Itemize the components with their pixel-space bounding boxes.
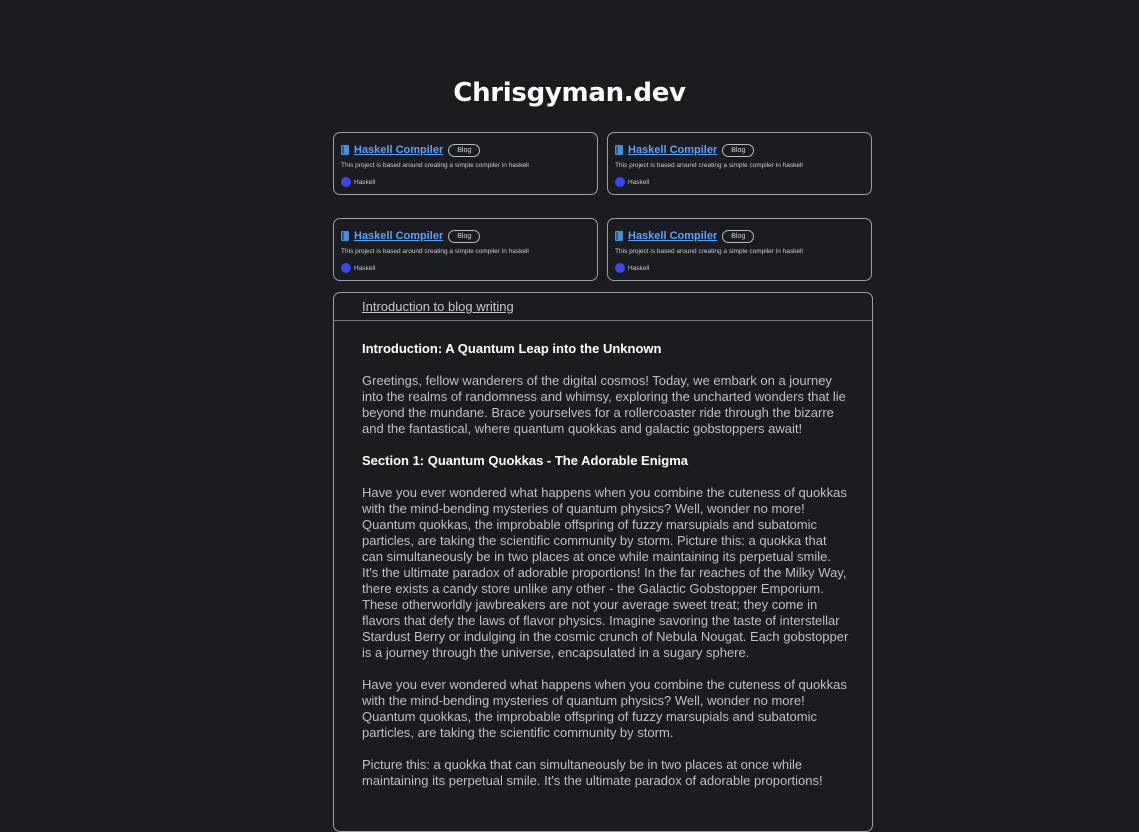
article-body: Introduction: A Quantum Leap into the Un… (334, 321, 872, 789)
card-header: Haskell Compiler Blog (615, 141, 864, 159)
site-title: Chrisgyman.dev (453, 78, 686, 108)
project-description: This project is based around creating a … (615, 248, 803, 255)
project-card: Haskell Compiler Blog This project is ba… (333, 132, 598, 195)
section-heading-intro: Introduction: A Quantum Leap into the Un… (362, 341, 662, 356)
language-label: Haskell (354, 264, 376, 272)
project-description: This project is based around creating a … (615, 162, 803, 169)
project-language: Haskell (615, 177, 864, 187)
project-card: Haskell Compiler Blog This project is ba… (607, 218, 872, 281)
project-language: Haskell (341, 263, 590, 273)
project-title-link[interactable]: Haskell Compiler (628, 144, 717, 156)
card-header: Haskell Compiler Blog (341, 141, 590, 159)
language-color-dot (615, 263, 625, 273)
project-card: Haskell Compiler Blog This project is ba… (333, 218, 598, 281)
book-icon (615, 231, 623, 241)
blog-badge: Blog (448, 229, 481, 243)
section-heading-quokkas: Section 1: Quantum Quokkas - The Adorabl… (362, 453, 689, 468)
project-language: Haskell (341, 177, 590, 187)
project-description: This project is based around creating a … (341, 162, 529, 169)
project-language: Haskell (615, 263, 864, 273)
language-color-dot (341, 177, 351, 187)
project-description: This project is based around creating a … (341, 248, 529, 255)
article-paragraph: Greetings, fellow wanderers of the digit… (362, 373, 846, 436)
language-label: Haskell (628, 178, 650, 186)
language-color-dot (615, 177, 625, 187)
project-title-link[interactable]: Haskell Compiler (628, 230, 717, 242)
book-icon (341, 145, 349, 155)
language-label: Haskell (628, 264, 650, 272)
project-title-link[interactable]: Haskell Compiler (354, 144, 443, 156)
article-paragraph: Picture this: a quokka that can simultan… (362, 757, 823, 788)
project-card: Haskell Compiler Blog This project is ba… (607, 132, 872, 195)
article-paragraph: Have you ever wondered what happens when… (362, 485, 849, 660)
article-paragraph: Have you ever wondered what happens when… (362, 677, 847, 740)
blog-badge: Blog (722, 229, 755, 243)
language-label: Haskell (354, 178, 376, 186)
card-header: Haskell Compiler Blog (341, 227, 590, 245)
blog-article: Introduction to blog writing Introductio… (333, 292, 873, 832)
blog-badge: Blog (448, 143, 481, 157)
blog-badge: Blog (722, 143, 755, 157)
article-title-link[interactable]: Introduction to blog writing (362, 299, 514, 314)
card-header: Haskell Compiler Blog (615, 227, 864, 245)
article-header: Introduction to blog writing (334, 293, 872, 321)
project-title-link[interactable]: Haskell Compiler (354, 230, 443, 242)
language-color-dot (341, 263, 351, 273)
book-icon (341, 231, 349, 241)
book-icon (615, 145, 623, 155)
